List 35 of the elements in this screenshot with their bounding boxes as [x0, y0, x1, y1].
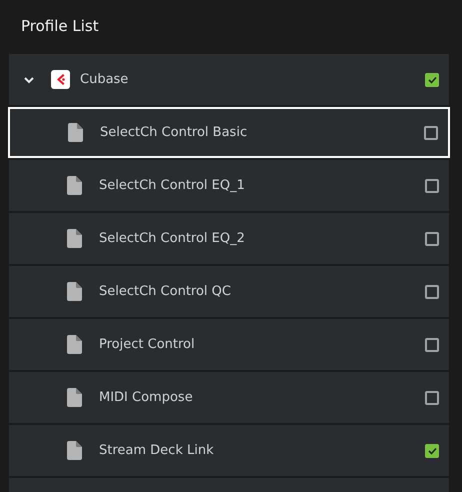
checkbox[interactable] [425, 444, 439, 458]
profile-name: Project Control [99, 337, 196, 352]
app-logo-icon [51, 70, 70, 89]
profile-row[interactable]: SelectCh Control EQ_1 [9, 160, 449, 211]
checkbox[interactable] [425, 178, 439, 192]
checkmark-icon [428, 76, 436, 84]
checkbox[interactable] [425, 338, 439, 352]
group-name: Cubase [80, 72, 130, 87]
document-icon [67, 388, 82, 407]
document-icon [67, 335, 82, 354]
checkbox[interactable] [425, 232, 439, 246]
profile-row[interactable]: SelectCh Control EQ_2 [9, 213, 449, 264]
panel-title: Profile List [20, 16, 100, 37]
profile-name: SelectCh Control Basic [100, 125, 248, 140]
checkmark-icon [428, 446, 436, 454]
profile-row[interactable]: SelectCh Control Basic [8, 107, 450, 158]
document-icon [67, 441, 82, 460]
profile-name: SelectCh Control EQ_2 [99, 231, 246, 246]
document-icon [68, 123, 83, 142]
checkbox[interactable] [425, 390, 439, 404]
profile-row[interactable]: Project Control [9, 319, 449, 370]
document-icon [67, 282, 82, 301]
profile-row[interactable]: Stream Deck Link [9, 425, 449, 476]
profile-name: SelectCh Control QC [99, 284, 232, 299]
profile-row[interactable]: SelectCh Control QC [9, 266, 449, 317]
profile-group-row[interactable]: Cubase [9, 54, 449, 105]
checkbox[interactable] [425, 72, 439, 86]
profile-name: MIDI Compose [99, 390, 194, 405]
checkbox[interactable] [424, 126, 438, 140]
profile-row[interactable]: MIDI Compose [9, 372, 449, 423]
checkbox[interactable] [425, 284, 439, 298]
document-icon [67, 176, 82, 195]
profile-name: SelectCh Control EQ_1 [99, 178, 246, 193]
document-icon [67, 229, 82, 248]
profile-name: Stream Deck Link [99, 443, 215, 458]
